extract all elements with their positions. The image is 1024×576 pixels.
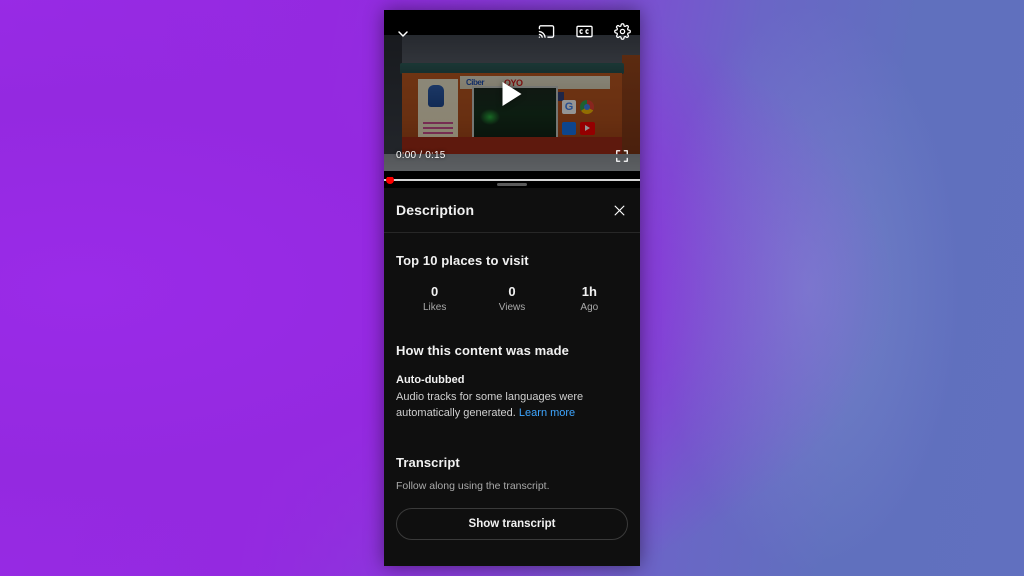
chevron-down-icon[interactable] bbox=[392, 23, 414, 45]
stat-age-label: Ago bbox=[580, 302, 599, 313]
stat-likes-label: Likes bbox=[422, 302, 447, 313]
cast-icon[interactable] bbox=[536, 21, 556, 41]
gear-icon[interactable] bbox=[612, 21, 632, 41]
how-made-heading: How this content was made bbox=[396, 343, 569, 358]
sheet-body: Top 10 places to visit 0 Likes 0 Views 1… bbox=[384, 253, 640, 540]
video-progress-bar[interactable] bbox=[384, 176, 640, 188]
video-title: Top 10 places to visit bbox=[396, 253, 529, 268]
player-top-controls[interactable] bbox=[536, 21, 632, 41]
screen-background: Ciber OYO G 0:00 / 0:15 Description Top … bbox=[0, 0, 1024, 576]
letterbox-bottom bbox=[384, 171, 640, 177]
learn-more-link[interactable]: Learn more bbox=[519, 407, 575, 419]
transcript-heading: Transcript bbox=[396, 455, 460, 470]
sheet-title: Description bbox=[396, 202, 475, 218]
video-stats-row: 0 Likes 0 Views 1h Ago bbox=[396, 284, 628, 313]
description-sheet: Description Top 10 places to visit 0 Lik… bbox=[384, 188, 640, 566]
auto-dubbed-title: Auto-dubbed bbox=[396, 374, 465, 386]
progress-scrubber[interactable] bbox=[386, 176, 394, 184]
stat-views-value: 0 bbox=[508, 284, 516, 299]
drag-handle[interactable] bbox=[497, 183, 527, 186]
close-icon[interactable] bbox=[608, 199, 630, 221]
closed-captions-icon[interactable] bbox=[574, 21, 594, 41]
play-icon[interactable] bbox=[502, 81, 522, 106]
video-player[interactable]: Ciber OYO G 0:00 / 0:15 bbox=[384, 10, 640, 177]
show-transcript-button[interactable]: Show transcript bbox=[396, 508, 628, 540]
transcript-caption: Follow along using the transcript. bbox=[396, 480, 550, 492]
stat-age-value: 1h bbox=[581, 284, 597, 299]
video-time-display: 0:00 / 0:15 bbox=[396, 150, 446, 161]
stat-views: 0 Views bbox=[473, 284, 550, 313]
stat-likes: 0 Likes bbox=[396, 284, 473, 313]
stat-views-label: Views bbox=[498, 302, 526, 313]
stat-age: 1h Ago bbox=[551, 284, 628, 313]
auto-dubbed-body: Audio tracks for some languages were aut… bbox=[396, 389, 628, 421]
progress-track[interactable] bbox=[384, 179, 640, 181]
sheet-header: Description bbox=[384, 188, 640, 233]
fullscreen-icon[interactable] bbox=[615, 149, 629, 163]
stat-likes-value: 0 bbox=[431, 284, 439, 299]
phone-panel: Ciber OYO G 0:00 / 0:15 Description Top … bbox=[384, 10, 640, 566]
